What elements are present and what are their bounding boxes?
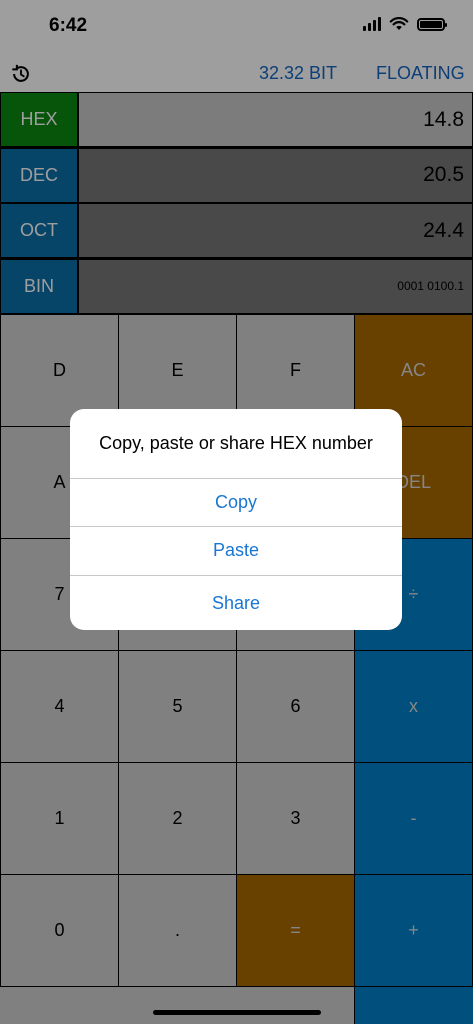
share-button[interactable]: Share [70,575,402,630]
home-indicator [153,1010,321,1015]
dialog-title: Copy, paste or share HEX number [99,433,373,453]
paste-button[interactable]: Paste [70,526,402,574]
copy-button[interactable]: Copy [70,478,402,526]
copy-paste-share-dialog: Copy, paste or share HEX number Copy Pas… [70,409,402,630]
